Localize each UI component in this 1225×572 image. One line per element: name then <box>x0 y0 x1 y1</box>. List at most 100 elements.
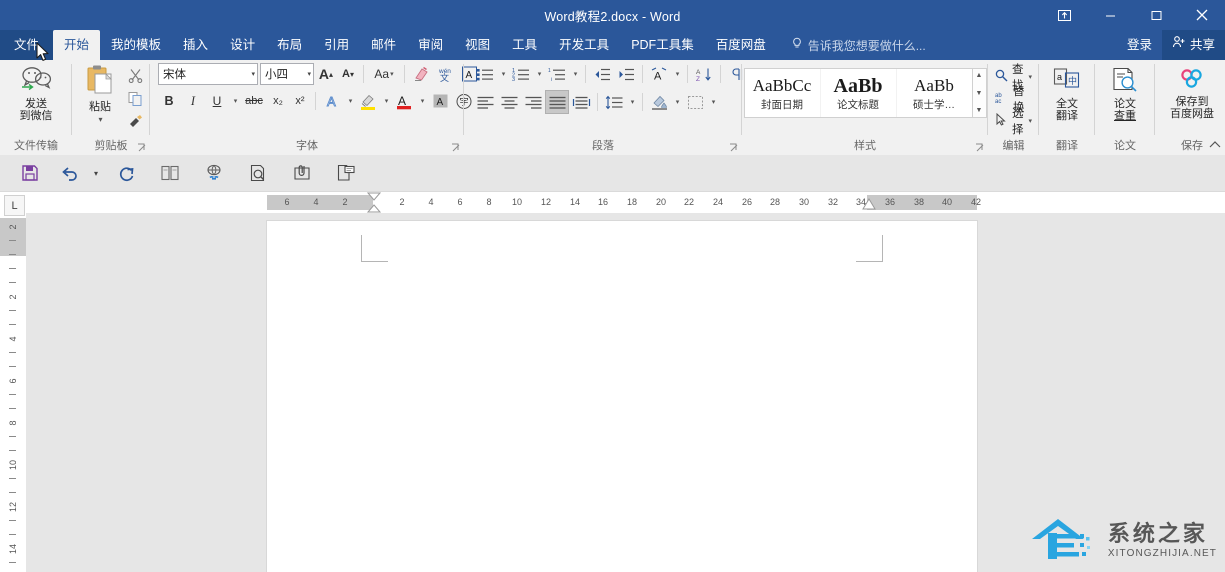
select-button[interactable]: 选择 ▾ <box>992 108 1035 136</box>
first-line-indent-marker[interactable] <box>366 192 382 213</box>
text-effects-caret[interactable]: ▾ <box>345 90 355 112</box>
tab-developer[interactable]: 开发工具 <box>548 30 620 60</box>
bullet-list-icon[interactable] <box>474 63 496 85</box>
tab-pdf-toolkit[interactable]: PDF工具集 <box>620 30 705 60</box>
shading-icon[interactable] <box>648 91 670 113</box>
tab-baidu-netdisk[interactable]: 百度网盘 <box>705 30 777 60</box>
justify-icon[interactable] <box>545 90 569 114</box>
decrease-indent-icon[interactable] <box>591 63 613 85</box>
translate-document-button[interactable]: a 中 全文 翻译 <box>1041 65 1093 122</box>
paragraph-dialog-launcher[interactable] <box>729 143 739 153</box>
styles-more-icon[interactable]: ▼ <box>976 105 983 116</box>
multilevel-list-icon[interactable]: 1i <box>546 63 568 85</box>
underline-caret[interactable]: ▾ <box>230 90 240 112</box>
numbered-list-caret[interactable]: ▾ <box>534 63 544 85</box>
numbered-list-icon[interactable]: 123 <box>510 63 532 85</box>
underline-button[interactable]: U <box>206 90 228 112</box>
find-caret[interactable]: ▾ <box>1029 73 1033 81</box>
asian-layout-icon[interactable]: A <box>648 63 670 85</box>
styles-scroll-down-icon[interactable]: ▼ <box>976 88 983 99</box>
style-item-1[interactable]: AaBb 论文标题 <box>821 69 897 117</box>
insert-hyperlink-icon[interactable] <box>192 158 236 188</box>
close-icon[interactable] <box>1179 0 1225 30</box>
borders-icon[interactable] <box>684 91 706 113</box>
sign-in-button[interactable]: 登录 <box>1117 30 1162 60</box>
tab-mailings[interactable]: 邮件 <box>360 30 407 60</box>
tab-insert[interactable]: 插入 <box>172 30 219 60</box>
tab-my-templates[interactable]: 我的模板 <box>100 30 172 60</box>
paste-dropdown-caret[interactable]: ▾ <box>98 114 102 126</box>
paste-button[interactable]: 粘贴 ▾ <box>76 62 124 126</box>
text-effects-icon[interactable]: A <box>321 90 343 112</box>
horizontal-ruler[interactable]: 6 4 2 2 4 6 8 10 12 14 16 18 20 22 24 26… <box>26 192 1225 213</box>
tab-design[interactable]: 设计 <box>219 30 266 60</box>
clear-formatting-icon[interactable] <box>410 63 432 85</box>
sort-icon[interactable]: AZ <box>693 63 715 85</box>
share-button[interactable]: 共享 <box>1161 30 1225 60</box>
attach-icon[interactable] <box>280 158 324 188</box>
align-right-icon[interactable] <box>522 91 544 113</box>
character-shading-icon[interactable]: A <box>429 90 451 112</box>
print-preview-icon[interactable] <box>236 158 280 188</box>
right-indent-marker[interactable] <box>861 198 877 213</box>
maximize-icon[interactable] <box>1133 0 1179 30</box>
save-to-baidu-netdisk-button[interactable]: 保存到 百度网盘 <box>1159 65 1225 120</box>
increase-indent-icon[interactable] <box>615 63 637 85</box>
copy-icon[interactable] <box>124 87 146 109</box>
styles-gallery-scroll[interactable]: ▲ ▼ ▼ <box>971 69 986 117</box>
line-spacing-icon[interactable] <box>603 91 625 113</box>
line-spacing-caret[interactable]: ▾ <box>627 91 637 113</box>
text-highlight-icon[interactable] <box>357 90 379 112</box>
tab-references[interactable]: 引用 <box>313 30 360 60</box>
ribbon-display-options-icon[interactable] <box>1041 0 1087 30</box>
undo-icon[interactable] <box>52 158 88 188</box>
send-to-wechat-button[interactable]: 发送 到微信 <box>4 63 68 122</box>
tab-tools[interactable]: 工具 <box>501 30 548 60</box>
tab-stop-selector[interactable]: L <box>4 195 25 216</box>
align-left-icon[interactable] <box>474 91 496 113</box>
styles-gallery[interactable]: AaBbCc 封面日期 AaBb 论文标题 AaBb 硕士学… ▲ ▼ ▼ <box>743 68 987 118</box>
font-size-combo[interactable]: 小四 ▾ <box>260 63 314 85</box>
font-color-icon[interactable]: A <box>393 90 415 112</box>
font-family-combo[interactable]: 宋体 ▾ <box>158 63 258 85</box>
shading-caret[interactable]: ▾ <box>672 91 682 113</box>
tab-home[interactable]: 开始 <box>53 30 101 60</box>
superscript-button[interactable]: x² <box>290 90 310 112</box>
font-dialog-launcher[interactable] <box>451 143 461 153</box>
select-caret[interactable]: ▾ <box>1029 117 1033 125</box>
style-item-2[interactable]: AaBb 硕士学… <box>897 69 972 117</box>
tab-review[interactable]: 审阅 <box>407 30 454 60</box>
redo-icon[interactable] <box>104 158 148 188</box>
grow-font-icon[interactable]: A ▴ <box>316 63 336 85</box>
subscript-button[interactable]: x₂ <box>268 90 288 112</box>
undo-caret[interactable]: ▾ <box>88 158 104 188</box>
font-size-caret[interactable]: ▾ <box>303 70 311 78</box>
document-page[interactable] <box>267 221 977 572</box>
clipboard-dialog-launcher[interactable] <box>137 143 147 153</box>
italic-button[interactable]: I <box>182 90 204 112</box>
multilevel-list-caret[interactable]: ▾ <box>570 63 580 85</box>
change-case-icon[interactable]: Aa ▾ <box>369 63 399 85</box>
tell-me-search[interactable]: 告诉我您想要做什么... <box>791 30 926 60</box>
minimize-icon[interactable] <box>1087 0 1133 30</box>
format-painter-icon[interactable] <box>124 110 146 132</box>
highlight-caret[interactable]: ▾ <box>381 90 391 112</box>
compare-side-by-side-icon[interactable] <box>148 158 192 188</box>
asian-layout-caret[interactable]: ▾ <box>672 63 682 85</box>
bold-button[interactable]: B <box>158 90 180 112</box>
strikethrough-button[interactable]: abc <box>242 90 266 112</box>
shrink-font-icon[interactable]: A ▾ <box>338 63 358 85</box>
vertical-ruler[interactable]: L 2 2 4 6 8 10 12 14 <box>0 192 27 572</box>
thesis-check-button[interactable]: 论文 查重 <box>1099 65 1151 122</box>
bullet-list-caret[interactable]: ▾ <box>498 63 508 85</box>
font-color-caret[interactable]: ▾ <box>417 90 427 112</box>
collapse-ribbon-icon[interactable] <box>1209 140 1221 152</box>
tab-layout[interactable]: 布局 <box>266 30 313 60</box>
align-center-icon[interactable] <box>498 91 520 113</box>
distribute-icon[interactable] <box>570 91 592 113</box>
styles-dialog-launcher[interactable] <box>975 143 985 153</box>
cut-icon[interactable] <box>124 64 146 86</box>
style-item-0[interactable]: AaBbCc 封面日期 <box>745 69 821 117</box>
new-comment-icon[interactable] <box>324 158 368 188</box>
styles-scroll-up-icon[interactable]: ▲ <box>976 70 983 81</box>
